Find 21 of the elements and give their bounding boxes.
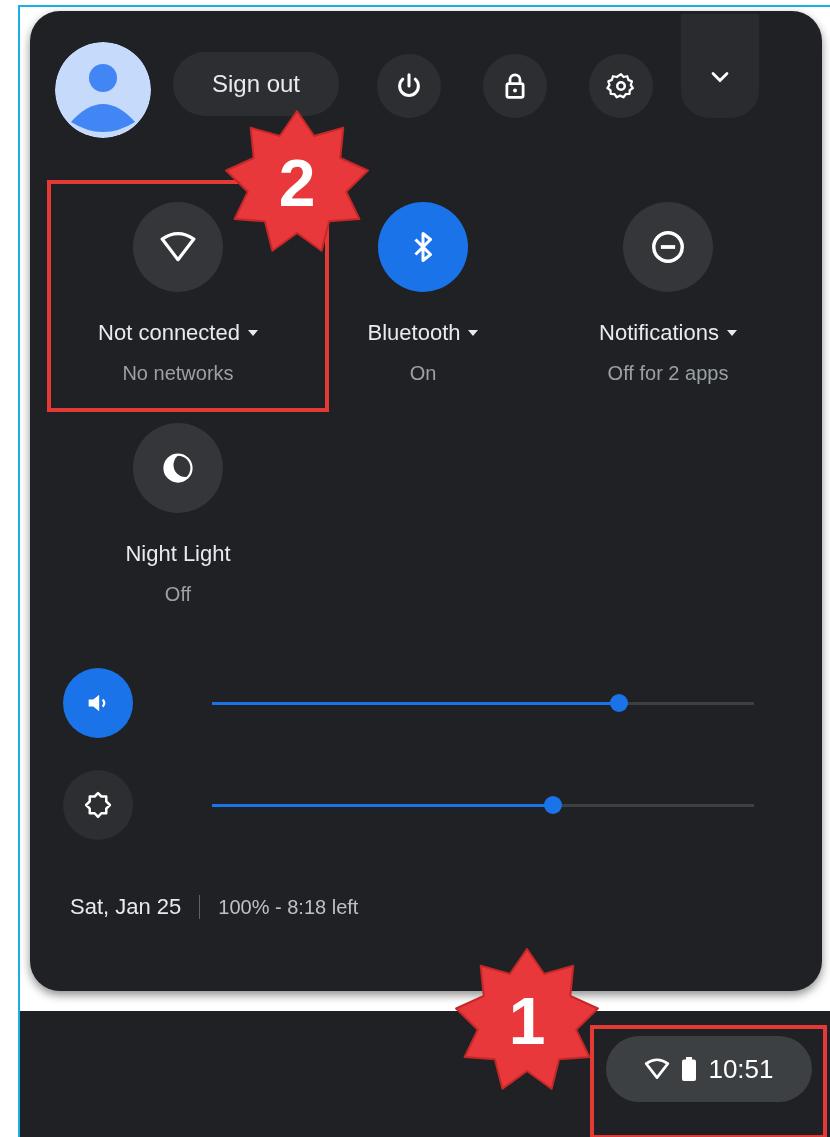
slider-thumb[interactable] (609, 694, 628, 712)
tile-label[interactable]: Night Light (125, 541, 231, 567)
caret-icon[interactable] (247, 330, 258, 336)
tile-status: No networks (122, 362, 234, 385)
caret-icon[interactable] (726, 330, 737, 336)
clock-time: 10:51 (708, 1053, 774, 1085)
slider-thumb[interactable] (544, 796, 563, 814)
status-tray[interactable]: 10:51 (606, 1036, 812, 1102)
date-text[interactable]: Sat, Jan 25 (70, 894, 182, 920)
avatar-icon[interactable] (55, 42, 151, 138)
battery-status: 100% - 8:18 left (218, 895, 359, 919)
tile-label[interactable]: Not connected (98, 320, 240, 346)
tile-label[interactable]: Notifications (599, 320, 719, 346)
caret-icon[interactable] (468, 330, 479, 336)
tile-status: On (409, 362, 437, 385)
battery-icon (682, 1057, 697, 1081)
sign-out-button[interactable]: Sign out (173, 52, 339, 116)
tile-status: Off for 2 apps (607, 362, 729, 385)
tile-label[interactable]: Bluetooth (367, 320, 461, 346)
tile-status: Off (164, 583, 192, 606)
wifi-icon (644, 1056, 671, 1082)
